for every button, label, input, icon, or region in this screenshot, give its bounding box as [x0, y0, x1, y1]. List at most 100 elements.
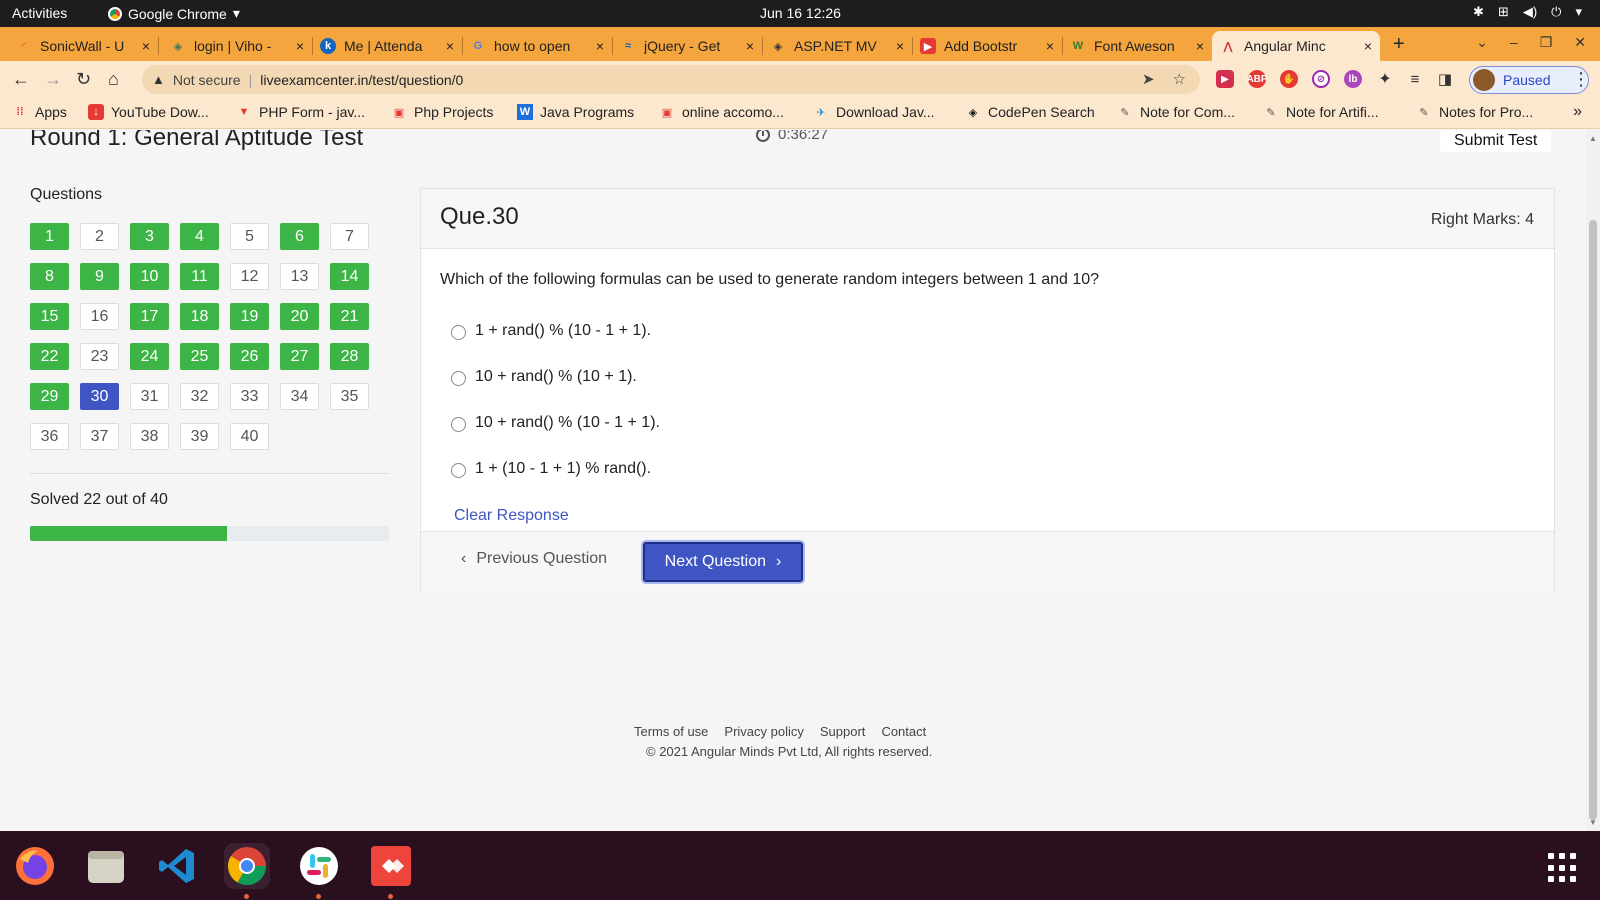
bookmark-item[interactable]: ⁞⁞ Apps [12, 104, 67, 120]
option-radio[interactable] [451, 463, 466, 478]
question-nav-button[interactable]: 19 [230, 303, 269, 330]
firefox-icon[interactable] [12, 843, 58, 889]
address-bar[interactable]: ▲ Not secure | liveexamcenter.in/test/qu… [142, 65, 1200, 94]
question-nav-button[interactable]: 2 [80, 223, 119, 250]
tab-close-icon[interactable]: × [896, 38, 904, 54]
extension-block-icon[interactable]: ⊘ [1312, 70, 1330, 88]
system-clock[interactable]: Jun 16 12:26 [760, 5, 841, 21]
browser-tab[interactable]: ≈ jQuery - Get × [612, 31, 762, 61]
question-nav-button[interactable]: 6 [280, 223, 319, 250]
question-nav-button[interactable]: 30 [80, 383, 119, 410]
menu-kebab-icon[interactable]: ⋮ [1572, 69, 1590, 90]
browser-tab[interactable]: ◈ ASP.NET MV × [762, 31, 912, 61]
bookmark-item[interactable]: ↓ YouTube Dow... [88, 104, 209, 120]
tab-close-icon[interactable]: × [746, 38, 754, 54]
option-radio[interactable] [451, 371, 466, 386]
tab-close-icon[interactable]: × [596, 38, 604, 54]
question-nav-button[interactable]: 14 [330, 263, 369, 290]
footer-link[interactable]: Support [820, 724, 866, 739]
option-radio[interactable] [451, 325, 466, 340]
url-text[interactable]: liveexamcenter.in/test/question/0 [260, 72, 463, 88]
not-secure-label[interactable]: Not secure [173, 72, 241, 88]
question-nav-button[interactable]: 28 [330, 343, 369, 370]
browser-tab[interactable]: k Me | Attenda × [312, 31, 462, 61]
volume-icon[interactable]: ◀) [1523, 4, 1537, 20]
browser-tab[interactable]: ◈ login | Viho - × [162, 31, 312, 61]
next-question-button[interactable]: Next Question › [643, 542, 803, 582]
question-nav-button[interactable]: 31 [130, 383, 169, 410]
bookmark-star-icon[interactable]: ☆ [1173, 70, 1186, 88]
question-nav-button[interactable]: 13 [280, 263, 319, 290]
show-apps-icon[interactable] [1548, 853, 1578, 883]
question-nav-button[interactable]: 39 [180, 423, 219, 450]
option-radio[interactable] [451, 417, 466, 432]
extensions-puzzle-icon[interactable]: ✦ [1376, 70, 1394, 88]
question-nav-button[interactable]: 16 [80, 303, 119, 330]
answer-option[interactable]: 1 + (10 - 1 + 1) % rand(). [451, 459, 651, 478]
answer-option[interactable]: 10 + rand() % (10 - 1 + 1). [451, 413, 660, 432]
bookmark-item[interactable]: ✎ Note for Com... [1117, 104, 1235, 120]
page-scrollbar[interactable]: ▲ ▼ [1586, 130, 1600, 831]
question-nav-button[interactable]: 24 [130, 343, 169, 370]
bookmark-item[interactable]: ◈ CodePen Search [965, 104, 1095, 120]
anydesk-icon[interactable] [368, 843, 414, 899]
scroll-up-icon[interactable]: ▲ [1589, 134, 1597, 143]
bookmark-item[interactable]: ✎ Notes for Pro... [1416, 104, 1533, 120]
question-nav-button[interactable]: 33 [230, 383, 269, 410]
bookmark-item[interactable]: ✎ Note for Artifi... [1263, 104, 1378, 120]
browser-tab[interactable]: ⋀ Angular Minc × [1212, 31, 1380, 61]
question-nav-button[interactable]: 3 [130, 223, 169, 250]
question-nav-button[interactable]: 20 [280, 303, 319, 330]
activities-button[interactable]: Activities [12, 5, 67, 21]
warning-icon[interactable]: ▲ [152, 72, 165, 87]
bookmark-item[interactable]: ▣ Php Projects [391, 104, 494, 120]
power-icon[interactable]: ⏻ [1551, 4, 1561, 20]
question-nav-button[interactable]: 15 [30, 303, 69, 330]
browser-tab[interactable]: ▶ Add Bootstr × [912, 31, 1062, 61]
question-nav-button[interactable]: 23 [80, 343, 119, 370]
adblock-icon[interactable]: ABP [1246, 70, 1268, 88]
restore-icon[interactable]: ❐ [1540, 34, 1553, 51]
answer-option[interactable]: 10 + rand() % (10 + 1). [451, 367, 637, 386]
question-nav-button[interactable]: 8 [30, 263, 69, 290]
question-nav-button[interactable]: 40 [230, 423, 269, 450]
bookmarks-more-icon[interactable]: » [1573, 103, 1582, 121]
footer-link[interactable]: Privacy policy [724, 724, 803, 739]
system-tray[interactable]: ✱ ⊞ ◀) ⏻ ▾ [1473, 4, 1582, 20]
tab-close-icon[interactable]: × [296, 38, 304, 54]
question-nav-button[interactable]: 4 [180, 223, 219, 250]
home-icon[interactable]: ⌂ [108, 69, 119, 90]
tab-close-icon[interactable]: × [1364, 38, 1372, 54]
footer-link[interactable]: Terms of use [634, 724, 708, 739]
clear-response-link[interactable]: Clear Response [454, 507, 569, 525]
question-nav-button[interactable]: 25 [180, 343, 219, 370]
question-nav-button[interactable]: 1 [30, 223, 69, 250]
side-panel-icon[interactable]: ◨ [1436, 70, 1454, 88]
question-nav-button[interactable]: 34 [280, 383, 319, 410]
question-nav-button[interactable]: 10 [130, 263, 169, 290]
reload-icon[interactable]: ↻ [76, 69, 91, 90]
footer-link[interactable]: Contact [881, 724, 926, 739]
submit-test-button[interactable]: Submit Test [1440, 130, 1552, 152]
bookmark-item[interactable]: W Java Programs [517, 104, 634, 120]
extension-record-icon[interactable]: ▶ [1216, 70, 1234, 88]
close-window-icon[interactable]: ✕ [1574, 34, 1586, 51]
question-nav-button[interactable]: 21 [330, 303, 369, 330]
app-menu[interactable]: Google Chrome ▾ [108, 5, 240, 22]
chrome-icon[interactable] [224, 843, 270, 899]
slack-icon[interactable] [296, 843, 342, 899]
media-icon[interactable]: ≡ [1406, 70, 1424, 88]
question-nav-button[interactable]: 35 [330, 383, 369, 410]
tab-close-icon[interactable]: × [1046, 38, 1054, 54]
tab-close-icon[interactable]: × [446, 38, 454, 54]
question-nav-button[interactable]: 37 [80, 423, 119, 450]
question-nav-button[interactable]: 11 [180, 263, 219, 290]
question-nav-button[interactable]: 32 [180, 383, 219, 410]
back-icon[interactable]: ← [12, 69, 30, 90]
question-nav-button[interactable]: 17 [130, 303, 169, 330]
question-nav-button[interactable]: 18 [180, 303, 219, 330]
bookmark-item[interactable]: ▣ online accomo... [659, 104, 784, 120]
network-icon[interactable]: ⊞ [1498, 4, 1509, 20]
extension-lb-icon[interactable]: lb [1344, 70, 1362, 88]
tab-close-icon[interactable]: × [1196, 38, 1204, 54]
